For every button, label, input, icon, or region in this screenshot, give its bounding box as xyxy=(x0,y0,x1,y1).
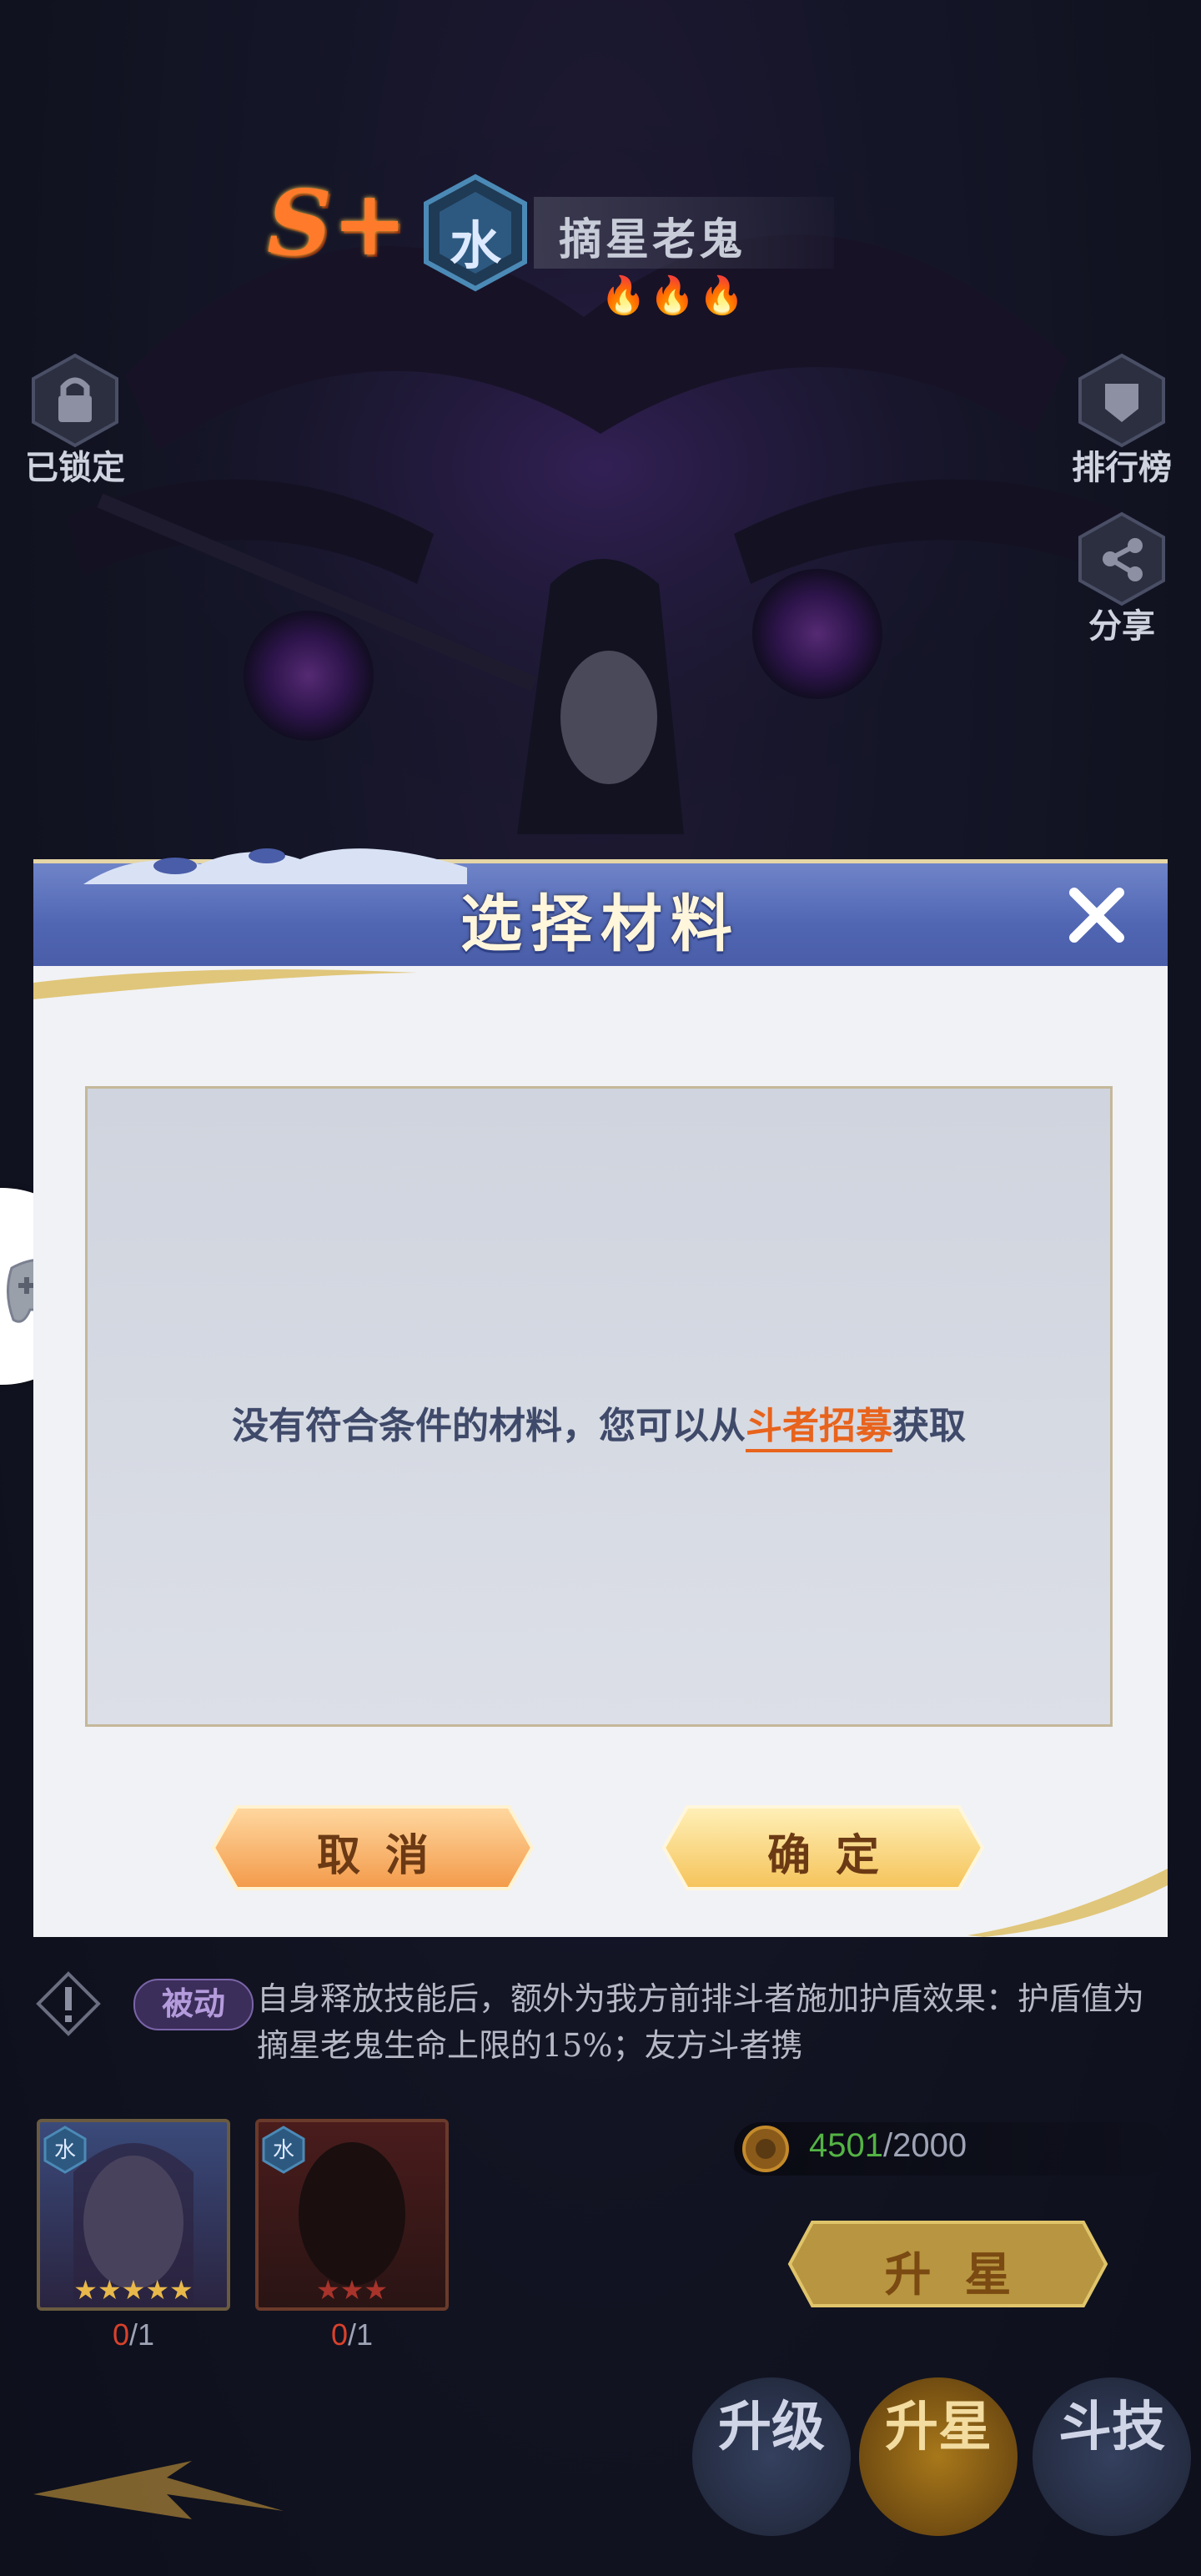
tab-skill-label: 斗技 xyxy=(1058,2396,1165,2458)
material-count: 0/1 xyxy=(37,2317,230,2352)
recruit-link[interactable]: 斗者招募 xyxy=(746,1405,892,1452)
tab-star-up[interactable]: 升星 xyxy=(859,2377,1018,2536)
share-icon xyxy=(1078,511,1165,606)
select-material-dialog: 选择材料 没有符合条件的材料，您可以从斗者招募获取 取消 确定 xyxy=(33,848,1168,1937)
material-count: 0/1 xyxy=(255,2317,449,2352)
hero-name: 摘星老鬼 xyxy=(559,214,746,265)
material-card[interactable]: 水 ★★★★★ xyxy=(37,2119,230,2311)
tab-skill[interactable]: 斗技 xyxy=(1033,2377,1191,2536)
hero-silhouette: 水 ★★★ xyxy=(262,2126,405,2306)
ranking-label: 排行榜 xyxy=(1072,448,1172,487)
hero-element: 水 xyxy=(449,215,501,276)
lock-button[interactable]: 已锁定 xyxy=(8,350,142,489)
tab-star-up-label: 升星 xyxy=(885,2396,992,2458)
svg-text:★★★: ★★★ xyxy=(316,2274,388,2306)
material-have: 0 xyxy=(330,2317,348,2352)
coin-amount: 4501/2000 xyxy=(809,2127,967,2165)
empty-text-after: 获取 xyxy=(892,1405,966,1447)
material-need: /1 xyxy=(348,2317,374,2352)
material-card[interactable]: 水 ★★★ xyxy=(255,2119,449,2311)
dialog-title: 选择材料 xyxy=(460,888,741,960)
tab-level-up-label: 升级 xyxy=(718,2396,825,2458)
material-element: 水 xyxy=(54,2138,76,2163)
hero-rank: S+ xyxy=(267,171,408,276)
hero-portrait: 水 ★★★★★ xyxy=(43,2126,193,2307)
warning-icon xyxy=(36,1971,101,2036)
material-list-panel: 没有符合条件的材料，您可以从斗者招募获取 xyxy=(85,1086,1113,1727)
star-up-button[interactable]: 升星 xyxy=(787,2219,1108,2309)
star-up-label: 升星 xyxy=(884,2247,1045,2302)
back-arrow-icon[interactable] xyxy=(25,2428,292,2528)
cancel-label: 取消 xyxy=(316,1830,454,1881)
empty-text-before: 没有符合条件的材料，您可以从 xyxy=(232,1405,746,1447)
gold-corner-swoosh xyxy=(967,1869,1168,1937)
tab-level-up[interactable]: 升级 xyxy=(692,2377,851,2536)
material-need: /1 xyxy=(129,2317,155,2352)
ranking-button[interactable]: 排行榜 xyxy=(1051,350,1193,489)
coins-need: /2000 xyxy=(882,2127,967,2164)
skill-description: 自身释放技能后，额外为我方前排斗者施加护盾效果：护盾值为摘星老鬼生命上限的15%… xyxy=(257,1980,1145,2064)
material-element: 水 xyxy=(273,2138,294,2163)
hero-stars: 🔥🔥🔥 xyxy=(600,274,748,317)
gold-swoosh xyxy=(33,969,417,999)
confirm-button[interactable]: 确定 xyxy=(661,1802,986,1894)
cancel-button[interactable]: 取消 xyxy=(210,1802,535,1894)
lock-icon xyxy=(32,353,118,448)
ranking-icon xyxy=(1078,353,1165,448)
svg-text:★★★★★: ★★★★★ xyxy=(73,2274,193,2306)
coin-icon xyxy=(742,2126,789,2172)
passive-tag: 被动 xyxy=(133,1979,254,2030)
material-have: 0 xyxy=(112,2317,129,2352)
lock-label: 已锁定 xyxy=(25,448,125,487)
share-button[interactable]: 分享 xyxy=(1059,509,1184,647)
close-icon[interactable] xyxy=(1059,878,1134,953)
coins-have: 4501 xyxy=(809,2127,883,2164)
empty-message: 没有符合条件的材料，您可以从斗者招募获取 xyxy=(88,1396,1110,1452)
confirm-label: 确定 xyxy=(766,1830,904,1881)
